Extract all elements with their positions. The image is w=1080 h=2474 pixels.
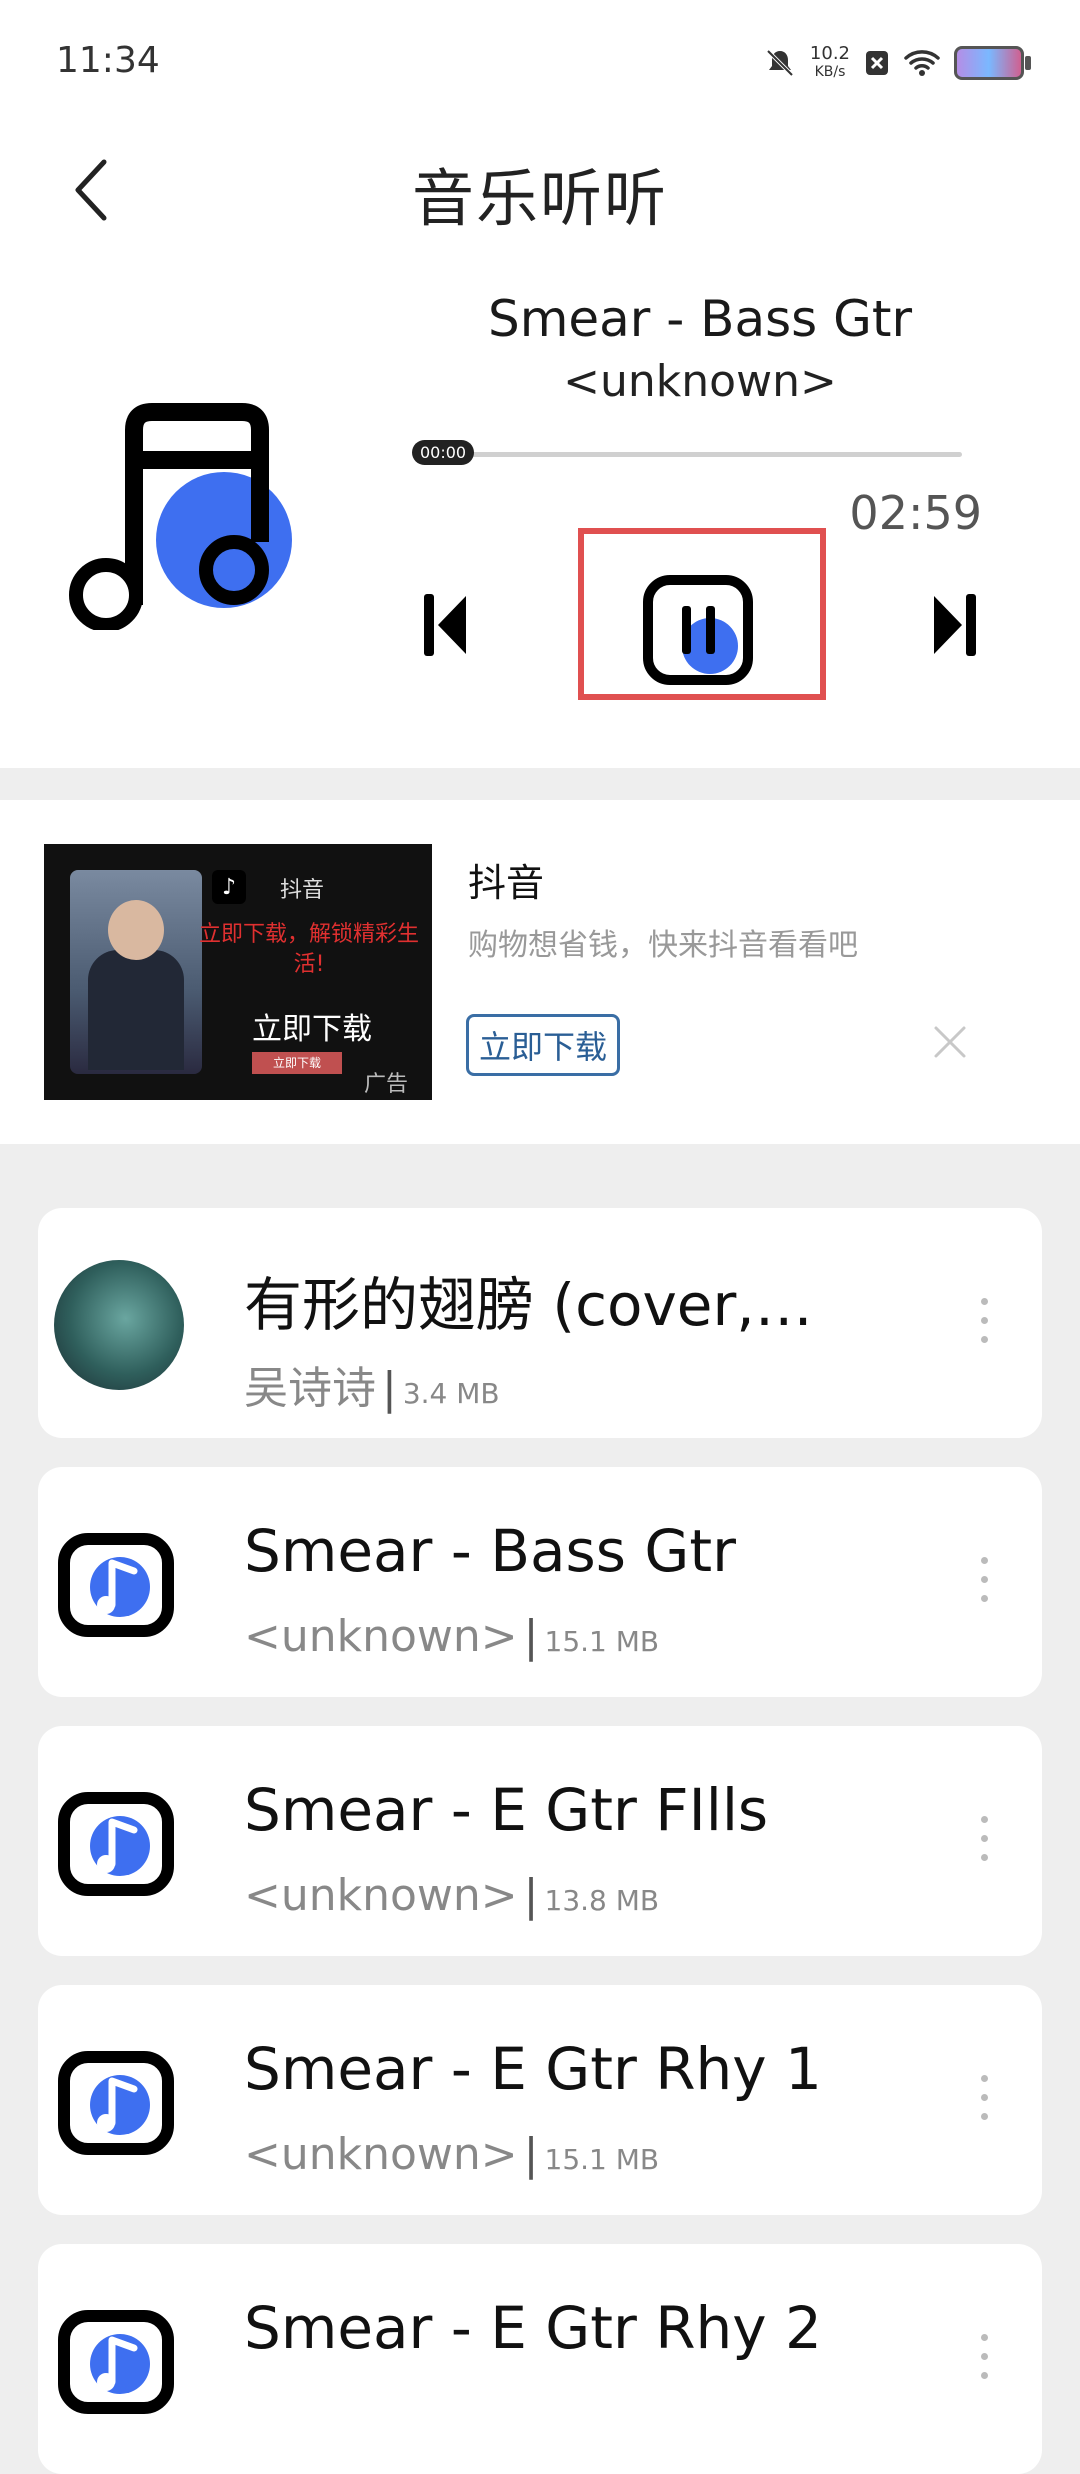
song-item[interactable]: Smear - E Gtr Rhy 2 [38,2244,1042,2474]
song-artist: <unknown> [244,1611,518,1662]
ad-banner[interactable]: ♪ 抖音 立即下载，解锁精彩生活! 立即下载 立即下载 广告 抖音 购物想省钱，… [0,800,1080,1144]
song-item[interactable]: Smear - Bass Gtr <unknown> | 15.1 MB [38,1467,1042,1697]
meta-separator: | [382,1363,397,1414]
player-section: 11:34 10.2 KB/s 音乐听听 Smear - Bass Gtr <un… [0,0,1080,768]
previous-button[interactable] [420,590,470,660]
progress-position[interactable]: 00:00 [412,440,475,465]
meta-separator: | [523,1611,539,1662]
header: 音乐听听 [0,130,1080,250]
song-meta: <unknown> | 15.1 MB [244,2129,659,2180]
more-options-icon[interactable] [978,1557,990,1613]
ad-tag: 广告 [364,1072,409,1097]
song-cover-avatar [54,1260,184,1390]
status-time: 11:34 [56,40,160,81]
music-note-icon [54,1778,184,1908]
song-title: Smear - E Gtr Rhy 1 [244,2035,822,2103]
song-size: 13.8 MB [544,1884,660,1917]
ad-image-app-label: 抖音 [280,878,325,903]
tiktok-logo-icon: ♪ [212,870,246,904]
song-meta: 吴诗诗 | 3.4 MB [244,1352,500,1416]
song-size: 3.4 MB [402,1377,500,1410]
progress-track[interactable] [442,452,962,457]
battery-icon [954,46,1031,80]
song-title: 有形的翅膀 (cover,… [244,1271,813,1339]
now-playing-artist: <unknown> [563,356,837,407]
net-speed-value: 10.2 [809,43,850,64]
song-artist: <unknown> [244,1870,518,1921]
song-item[interactable]: 有形的翅膀 (cover,… 吴诗诗 | 3.4 MB [38,1208,1042,1438]
song-item[interactable]: Smear - E Gtr Rhy 1 <unknown> | 15.1 MB [38,1985,1042,2215]
meta-separator: | [523,1870,539,1921]
ad-description: 购物想省钱，快来抖音看看吧 [468,928,858,963]
ad-image-promo: 立即下载，解锁精彩生活! [198,922,419,977]
close-icon[interactable] [930,1022,970,1062]
page-title: 音乐听听 [411,162,668,235]
pause-button[interactable] [640,572,756,688]
song-title: Smear - Bass Gtr [244,1517,736,1585]
more-options-icon[interactable] [978,1298,990,1354]
song-meta: <unknown> | 13.8 MB [244,1870,659,1921]
wifi-icon [904,50,940,76]
more-options-icon[interactable] [978,1816,990,1872]
net-speed-unit: KB/s [814,64,846,80]
mute-bell-icon [766,49,794,77]
song-item[interactable]: Smear - E Gtr FIlls <unknown> | 13.8 MB [38,1726,1042,1956]
song-size: 15.1 MB [544,1625,660,1658]
meta-separator: | [523,2129,539,2180]
total-duration: 02:59 [849,486,982,540]
ad-person-body [88,950,184,1070]
music-note-icon [54,2037,184,2167]
song-artist: 吴诗诗 [244,1363,376,1414]
ad-person-head [108,900,164,960]
music-note-icon [54,2296,184,2426]
ad-photo [70,870,202,1074]
ad-image[interactable]: ♪ 抖音 立即下载，解锁精彩生活! 立即下载 立即下载 广告 [44,844,432,1100]
ad-image-download: 立即下载 [252,1012,372,1047]
status-bar: 11:34 10.2 KB/s [0,0,1080,130]
no-sim-icon [866,51,888,75]
album-art-music-icon [69,403,292,630]
ad-image-small-button: 立即下载 [252,1052,342,1074]
song-artist: <unknown> [244,2129,518,2180]
ad-download-button[interactable]: 立即下载 [466,1014,621,1076]
more-options-icon[interactable] [978,2334,990,2390]
ad-app-name: 抖音 [468,861,545,905]
next-button[interactable] [930,590,980,660]
song-title: Smear - E Gtr Rhy 2 [244,2294,822,2362]
now-playing-title: Smear - Bass Gtr [487,290,913,348]
progress-slider[interactable]: 00:00 [412,440,962,465]
net-speed: 10.2 KB/s [810,45,850,81]
song-size: 15.1 MB [544,2143,660,2176]
song-title: Smear - E Gtr FIlls [244,1776,769,1844]
more-options-icon[interactable] [978,2075,990,2131]
song-meta: <unknown> | 15.1 MB [244,1611,659,1662]
status-icons: 10.2 KB/s [764,40,1031,86]
music-note-icon [54,1519,184,1649]
